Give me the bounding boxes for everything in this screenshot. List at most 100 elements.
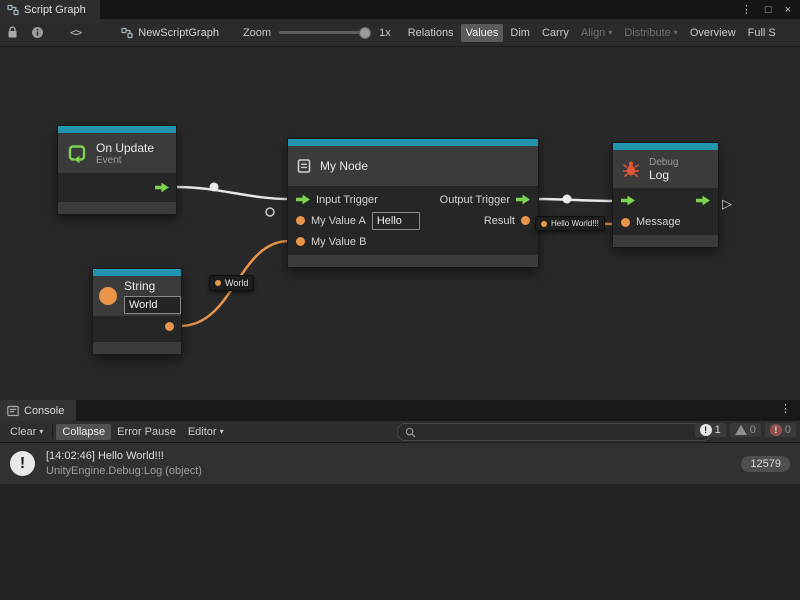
string-value-input[interactable] [124, 296, 181, 314]
console-search-field[interactable] [397, 423, 711, 441]
search-icon [405, 427, 416, 438]
port-label: My Value A [311, 215, 366, 227]
node-footer [288, 255, 538, 267]
console-icon [7, 405, 19, 417]
value-dot-icon [215, 280, 221, 286]
window-controls: ⋮ □ × [741, 0, 800, 19]
collapse-count-badge: 12579 [741, 456, 790, 472]
bug-icon [621, 159, 641, 179]
editor-button[interactable]: Editor ▾ [182, 424, 230, 440]
console-tab-title: Console [24, 405, 64, 417]
toolbar-divider [52, 425, 53, 438]
chevron-down-icon: ▾ [220, 427, 224, 436]
unit-icon [296, 158, 312, 174]
input-trigger-port[interactable] [296, 194, 310, 205]
node-category: Debug [649, 157, 678, 168]
node-title: My Node [320, 159, 368, 173]
tab-script-graph[interactable]: Script Graph [0, 0, 100, 19]
graph-name-label: NewScriptGraph [138, 27, 219, 39]
message-port[interactable] [621, 218, 630, 227]
string-output-port[interactable] [165, 322, 174, 331]
node-string-literal[interactable]: String [92, 268, 182, 355]
log-message: [14:02:46] Hello World!!! [46, 450, 202, 462]
log-text: [14:02:46] Hello World!!! UnityEngine.De… [46, 450, 202, 477]
node-on-update[interactable]: On Update Event [57, 125, 177, 215]
node-accent-strip [613, 143, 718, 150]
console-panel: Console ⋮ Clear ▾ Collapse Error Pause E… [0, 400, 800, 600]
collapse-button[interactable]: Collapse [56, 424, 111, 440]
port-row: Input Trigger Output Trigger [288, 189, 538, 210]
error-count-button[interactable]: ! 0 [765, 423, 796, 437]
flow-continue-icon: ▷ [722, 196, 732, 212]
node-accent-strip [288, 139, 538, 146]
tab-title: Script Graph [24, 4, 86, 16]
port-label: Result [484, 215, 515, 227]
zoom-label: Zoom [243, 27, 271, 39]
port-row: My Value B [288, 231, 538, 252]
unity-editor-window: Script Graph ⋮ □ × <> NewScriptGraph Zoo… [0, 0, 800, 600]
carry-button[interactable]: Carry [537, 24, 574, 42]
my-value-a-input[interactable] [372, 212, 420, 230]
distribute-button[interactable]: Distribute▾ [619, 24, 682, 42]
result-port[interactable] [521, 216, 530, 225]
node-title: On Update [96, 141, 154, 155]
value-dot-icon [541, 221, 547, 227]
node-my-node[interactable]: My Node Input Trigger Output Trigger My … [287, 138, 539, 268]
debug-output-trigger-port[interactable] [696, 195, 710, 206]
graph-asset-icon [121, 27, 133, 39]
edit-source-icon[interactable]: <> [70, 26, 81, 39]
on-update-output-trigger-port[interactable] [155, 182, 169, 193]
node-footer [613, 235, 718, 247]
port-row: My Value A Result [288, 210, 538, 231]
string-literal-icon [99, 287, 117, 305]
node-subtitle: Event [96, 155, 154, 166]
debug-input-trigger-port[interactable] [621, 195, 635, 206]
console-counts: ! 1 0 ! 0 [695, 423, 796, 437]
error-icon: ! [770, 424, 782, 436]
console-tab-strip: Console ⋮ [0, 400, 800, 421]
info-log-icon: ! [700, 424, 712, 436]
error-pause-button[interactable]: Error Pause [111, 424, 182, 440]
align-button[interactable]: Align▾ [576, 24, 617, 42]
log-stack-trace: UnityEngine.Debug:Log (object) [46, 465, 202, 477]
clear-button[interactable]: Clear ▾ [4, 424, 49, 440]
fullscreen-button[interactable]: Full S [743, 24, 781, 42]
relations-button[interactable]: Relations [403, 24, 459, 42]
warning-count-button[interactable]: 0 [730, 423, 761, 437]
port-label: My Value B [311, 236, 366, 248]
graph-name[interactable]: NewScriptGraph [121, 27, 219, 39]
tab-console[interactable]: Console [0, 400, 76, 421]
window-maximize-icon[interactable]: □ [765, 4, 772, 16]
node-debug-log[interactable]: Debug Log Message [612, 142, 719, 248]
zoom-value: 1x [379, 27, 391, 39]
graph-toolbar: <> NewScriptGraph Zoom 1x Relations Valu… [0, 19, 800, 47]
window-tab-strip: Script Graph ⋮ □ × [0, 0, 800, 19]
overview-button[interactable]: Overview [685, 24, 741, 42]
node-title: Log [649, 168, 678, 182]
values-button[interactable]: Values [461, 24, 504, 42]
dim-button[interactable]: Dim [505, 24, 535, 42]
lock-icon[interactable] [7, 26, 18, 39]
info-icon[interactable] [31, 26, 44, 39]
zoom-slider-handle[interactable] [359, 27, 371, 39]
wire-value-bubble-hello-world: Hello World!!! [535, 216, 605, 231]
wire-value-text: Hello World!!! [551, 219, 599, 228]
port-label: Output Trigger [440, 194, 510, 206]
warning-icon [735, 425, 747, 435]
window-close-icon[interactable]: × [785, 4, 791, 16]
wire-value-text: World [225, 278, 248, 288]
console-log-entry[interactable]: ! [14:02:46] Hello World!!! UnityEngine.… [0, 443, 800, 485]
node-footer [58, 202, 176, 214]
output-trigger-port[interactable] [516, 194, 530, 205]
console-search-input[interactable] [421, 425, 703, 439]
node-footer [93, 342, 181, 354]
zoom-slider[interactable] [279, 31, 371, 34]
window-menu-icon[interactable]: ⋮ [741, 3, 752, 16]
my-value-b-port[interactable] [296, 237, 305, 246]
error-count: 0 [785, 424, 791, 436]
info-count-button[interactable]: ! 1 [695, 423, 726, 437]
script-graph-icon [7, 4, 19, 16]
my-value-a-port[interactable] [296, 216, 305, 225]
console-menu-icon[interactable]: ⋮ [771, 400, 800, 421]
port-row: Message [613, 211, 718, 233]
